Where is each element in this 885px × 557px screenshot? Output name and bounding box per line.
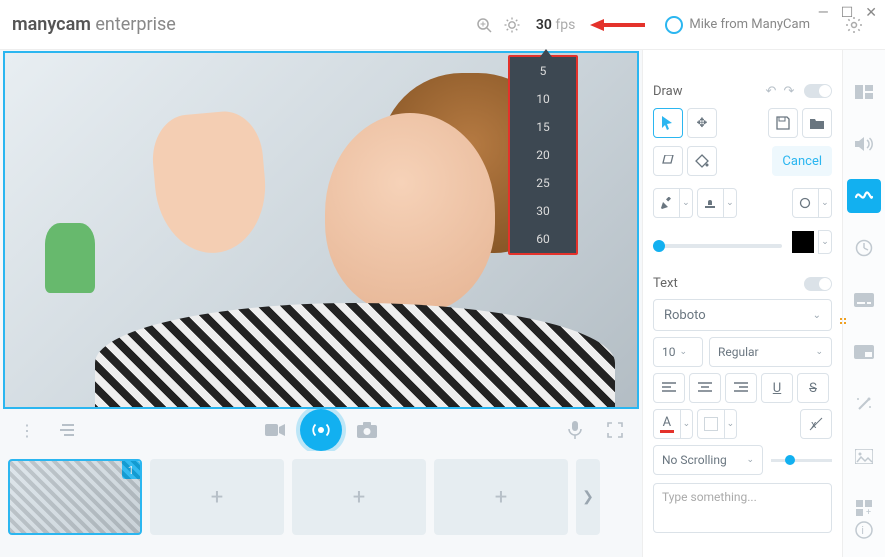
strikethrough-icon[interactable]: S: [797, 373, 829, 403]
window-controls: — ☐ ✕: [818, 5, 877, 21]
help-icon[interactable]: i: [847, 513, 881, 547]
font-weight-select[interactable]: Regular⌄: [709, 337, 832, 367]
list-menu-icon[interactable]: [52, 415, 82, 445]
open-folder-icon[interactable]: [802, 108, 832, 138]
stamp-tool[interactable]: ⌄: [697, 188, 737, 218]
text-placeholder: Type something...: [662, 490, 757, 504]
brightness-icon[interactable]: [498, 11, 526, 39]
font-select[interactable]: Roboto ⌄: [653, 299, 832, 331]
color-dropdown[interactable]: ⌄: [818, 230, 832, 254]
underline-icon[interactable]: U: [761, 373, 793, 403]
clock-icon[interactable]: [847, 231, 881, 265]
draw-section-header: Draw ↶ ↷: [653, 82, 832, 100]
pointer-tool[interactable]: [653, 108, 683, 138]
image-icon[interactable]: [847, 439, 881, 473]
align-right-icon[interactable]: [725, 373, 757, 403]
fill-tool[interactable]: [687, 146, 717, 176]
subtitle-icon[interactable]: [847, 283, 881, 317]
draw-tools-row-1: ✥: [653, 108, 832, 138]
draw-tools-row-3: ⌄ ⌄ ⌄: [653, 188, 832, 218]
redo-icon[interactable]: ↷: [780, 82, 798, 100]
undo-icon[interactable]: ↶: [762, 82, 780, 100]
fps-option[interactable]: 60: [510, 225, 576, 253]
fps-unit: fps: [555, 17, 575, 33]
avatar-icon: [665, 16, 683, 34]
text-title: Text: [653, 276, 678, 291]
brush-size-slider[interactable]: [653, 244, 782, 248]
cancel-button[interactable]: Cancel: [772, 146, 832, 176]
zoom-in-icon[interactable]: [470, 11, 498, 39]
speaker-icon[interactable]: [847, 127, 881, 161]
preset-thumb-add[interactable]: +: [150, 459, 284, 535]
fps-dropdown: 5 10 15 20 25 30 60: [508, 55, 578, 255]
size-color-row: ⌄: [653, 226, 832, 254]
align-row: U S: [653, 373, 832, 403]
annotation-arrow: [590, 17, 645, 33]
fps-selector[interactable]: 30 fps: [536, 17, 575, 33]
text-color-row: A ⌄ ⌄ x: [653, 409, 832, 439]
fps-option[interactable]: 10: [510, 85, 576, 113]
align-center-icon[interactable]: [689, 373, 721, 403]
microphone-icon[interactable]: [560, 415, 590, 445]
wand-icon[interactable]: [847, 387, 881, 421]
close-button[interactable]: ✕: [865, 5, 877, 21]
right-sidebar: + i: [842, 50, 885, 557]
fps-value: 30: [536, 17, 552, 33]
color-swatch[interactable]: [792, 231, 814, 253]
minimize-button[interactable]: —: [818, 5, 829, 21]
video-toolbar: ⋮: [0, 409, 642, 451]
move-tool[interactable]: ✥: [687, 108, 717, 138]
properties-panel: Draw ↶ ↷ ✥: [642, 50, 842, 557]
fps-option[interactable]: 20: [510, 141, 576, 169]
more-menu-icon[interactable]: ⋮: [12, 415, 42, 445]
fps-option[interactable]: 15: [510, 113, 576, 141]
text-input[interactable]: Type something...: [653, 483, 832, 533]
save-icon[interactable]: [768, 108, 798, 138]
presets-icon[interactable]: [847, 75, 881, 109]
fps-option[interactable]: 30: [510, 197, 576, 225]
draw-tools-row-2: Cancel: [653, 146, 832, 176]
preset-badge: 1: [122, 461, 140, 479]
text-toggle[interactable]: [804, 277, 832, 291]
maximize-button[interactable]: ☐: [841, 5, 854, 21]
preset-thumb-1[interactable]: 1: [8, 459, 142, 535]
fullscreen-icon[interactable]: [600, 415, 630, 445]
text-section-header: Text: [653, 276, 832, 291]
app-logo: manycam enterprise: [12, 14, 176, 35]
topbar: manycam enterprise 30 fps Mike from Many…: [0, 0, 885, 50]
text-color-tool[interactable]: A ⌄: [653, 409, 693, 439]
draw-title: Draw: [653, 84, 683, 99]
font-size-select[interactable]: 10⌄: [653, 337, 703, 367]
clear-format-icon[interactable]: x: [800, 409, 832, 439]
video-camera-icon[interactable]: [260, 415, 290, 445]
size-weight-row: 10⌄ Regular⌄: [653, 337, 832, 367]
bg-color-tool[interactable]: ⌄: [697, 409, 737, 439]
scrolling-row: No Scrolling⌄: [653, 445, 832, 475]
scrolling-select[interactable]: No Scrolling⌄: [653, 445, 763, 475]
brand-name: manycam: [12, 14, 91, 35]
eraser-tool[interactable]: [653, 146, 683, 176]
preset-thumb-add[interactable]: +: [292, 459, 426, 535]
align-left-icon[interactable]: [653, 373, 685, 403]
scribble-icon[interactable]: [847, 179, 881, 213]
pencil-tool[interactable]: ⌄: [653, 188, 693, 218]
edition-name: enterprise: [95, 14, 175, 35]
user-area[interactable]: Mike from ManyCam: [665, 16, 810, 34]
shape-tool[interactable]: ⌄: [792, 188, 832, 218]
overlay-icon[interactable]: [847, 335, 881, 369]
draw-toggle[interactable]: [804, 84, 832, 98]
fps-option[interactable]: 5: [510, 57, 576, 85]
svg-text:i: i: [861, 524, 864, 537]
preset-nav-next[interactable]: ❯: [576, 459, 600, 535]
font-value: Roboto: [664, 308, 706, 323]
preset-thumb-add[interactable]: +: [434, 459, 568, 535]
fps-option[interactable]: 25: [510, 169, 576, 197]
broadcast-button[interactable]: [300, 409, 342, 451]
preset-thumbnails: 1 + + + ❯: [0, 451, 642, 543]
scroll-speed-slider[interactable]: [771, 459, 832, 462]
drag-handle-icon[interactable]: [840, 318, 846, 324]
snapshot-camera-icon[interactable]: [352, 415, 382, 445]
user-label: Mike from ManyCam: [689, 17, 810, 32]
